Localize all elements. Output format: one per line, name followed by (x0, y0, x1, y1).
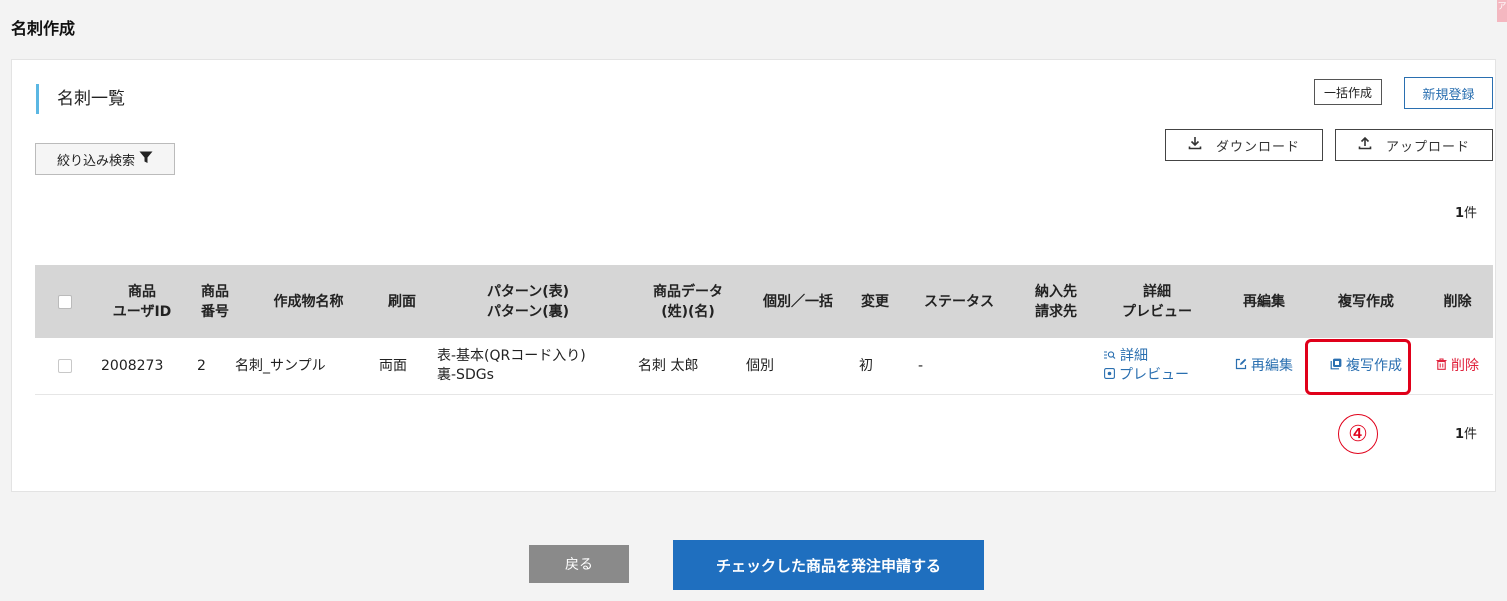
upload-label: アップロード (1385, 139, 1470, 155)
detail-link[interactable]: 詳細 (1104, 347, 1189, 366)
section-title: 名刺一覧 (36, 84, 125, 114)
result-count-bottom: 1件 (1455, 427, 1478, 442)
header-item-no: 商品 番号 (201, 283, 229, 320)
cell-delivery (1016, 338, 1096, 394)
header-print-side: 刷面 (388, 293, 416, 310)
upload-button[interactable]: アップロード (1335, 129, 1493, 161)
cell-item-data: 名刺 太郎 (638, 357, 699, 374)
cell-detail-preview: 詳細 プレビュー (1104, 338, 1218, 394)
header-pattern: パターン(表) パターン(裏) (486, 283, 570, 320)
row-select-cell (35, 338, 95, 394)
corner-badge: ア (1497, 0, 1507, 22)
copy-create-highlight-box (1305, 339, 1411, 395)
submit-order-button[interactable]: チェックした商品を発注申請する (673, 540, 984, 590)
back-button[interactable]: 戻る (529, 545, 629, 583)
cell-print-side: 両面 (379, 357, 407, 374)
filter-search-button[interactable]: 絞り込み検索 (35, 143, 175, 175)
header-user-id: 商品 ユーザID (112, 283, 172, 320)
result-count-top: 1件 (1455, 206, 1478, 221)
trash-icon (1436, 357, 1447, 376)
cell-pattern: 表-基本(QRコード入り) 裏-SDGs (437, 348, 586, 383)
download-button[interactable]: ダウンロード (1165, 129, 1323, 161)
upload-icon (1358, 136, 1372, 154)
cell-reedit: 再編集 (1218, 338, 1310, 394)
header-name: 作成物名称 (273, 293, 344, 310)
cell-delete: 削除 (1422, 338, 1493, 394)
preview-icon (1104, 366, 1115, 385)
header-individual-bulk: 個別／一括 (763, 293, 833, 310)
page-title: 名刺作成 (11, 19, 76, 38)
header-detail-preview: 詳細 プレビュー (1122, 283, 1192, 320)
header-item-data: 商品データ (姓)(名) (653, 283, 723, 320)
filter-search-label: 絞り込み検索 (56, 153, 135, 169)
download-icon (1188, 136, 1202, 154)
header-change: 変更 (861, 293, 889, 310)
header-status: ステータス (924, 293, 994, 310)
cell-individual-bulk: 個別 (746, 357, 774, 374)
card-table: 商品 ユーザID 商品 番号 作成物名称 刷面 パターン(表) パターン(裏) 商品デ… (35, 265, 1493, 395)
header-delete: 削除 (1443, 293, 1472, 310)
cell-name: 名刺_サンプル (235, 357, 326, 374)
header-reedit: 再編集 (1243, 293, 1285, 310)
new-register-button[interactable]: 新規登録 (1404, 77, 1493, 109)
table-header: 商品 ユーザID 商品 番号 作成物名称 刷面 パターン(表) パターン(裏) 商品デ… (35, 265, 1493, 338)
cell-user-id: 2008273 (101, 357, 164, 374)
reedit-link[interactable]: 再編集 (1235, 357, 1293, 376)
cell-change: 初 (859, 357, 873, 374)
detail-search-icon (1104, 347, 1116, 366)
header-delivery: 納入先 請求先 (1035, 283, 1077, 320)
download-label: ダウンロード (1215, 139, 1300, 155)
header-copy-create: 複写作成 (1338, 293, 1394, 310)
cell-status: - (918, 357, 924, 374)
step-number-marker: ④ (1338, 414, 1378, 454)
table-row: 2008273 2 名刺_サンプル 両面 表-基本(QRコード入り) 裏-SDGs… (35, 338, 1493, 395)
select-all-checkbox[interactable] (58, 294, 72, 309)
card-list-panel: 名刺一覧 一括作成 新規登録 ダウンロード アップロード 絞り込み検索 1件 商… (11, 59, 1496, 492)
row-checkbox[interactable] (58, 359, 72, 373)
bulk-create-button[interactable]: 一括作成 (1314, 79, 1382, 105)
delete-link[interactable]: 削除 (1436, 357, 1479, 376)
filter-icon (139, 151, 153, 168)
edit-icon (1235, 357, 1247, 376)
preview-link[interactable]: プレビュー (1104, 366, 1189, 385)
select-all-cell (35, 265, 95, 338)
